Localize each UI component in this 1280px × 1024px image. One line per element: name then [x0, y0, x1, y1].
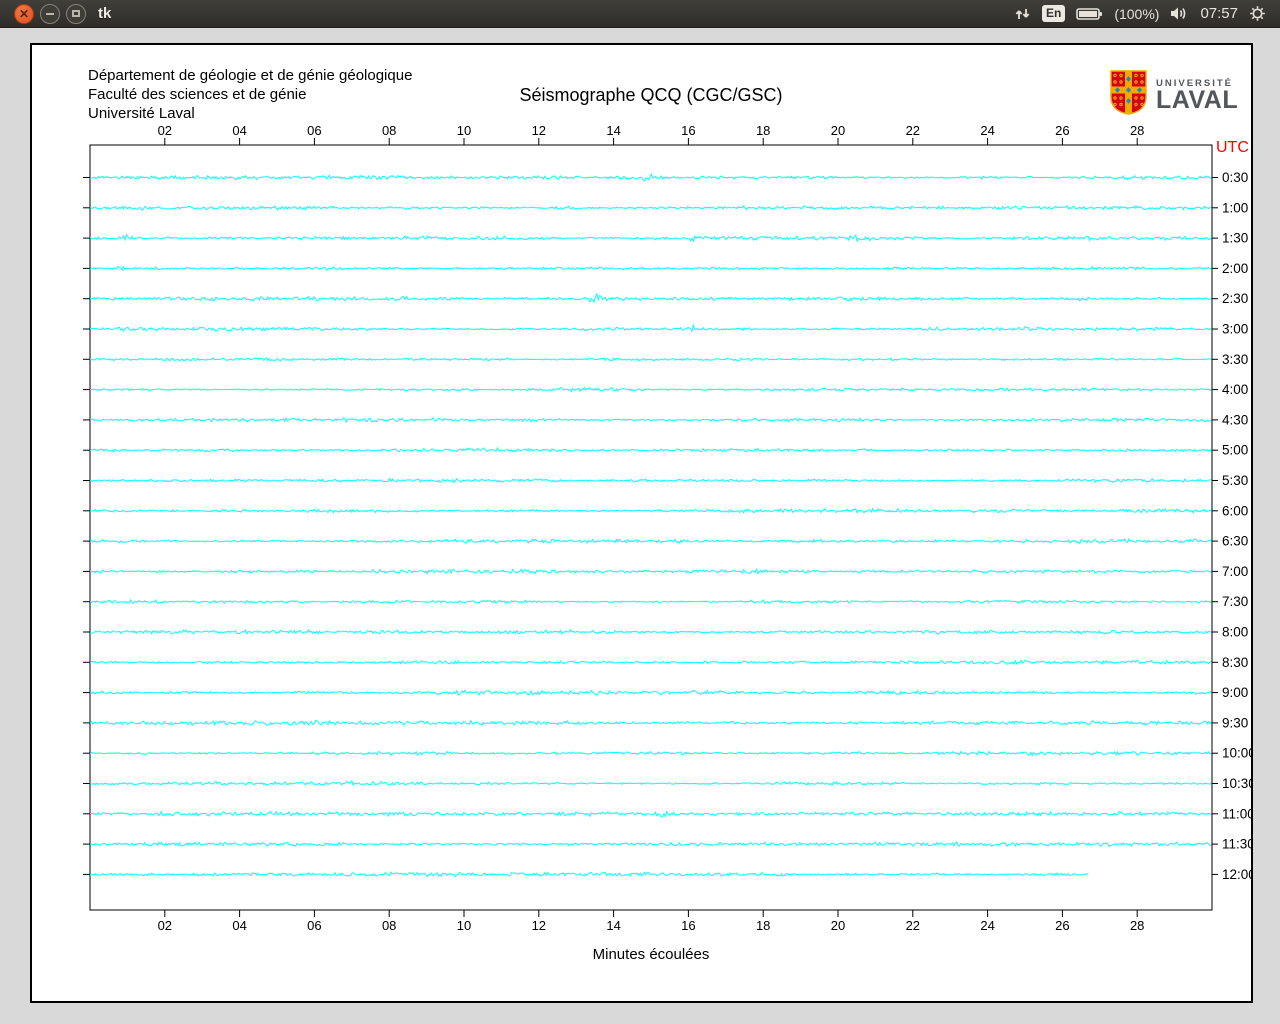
- x-tick-label-top: 02: [158, 123, 172, 138]
- seismogram-trace: [90, 294, 1211, 302]
- seismogram-trace: [90, 781, 1211, 785]
- system-tray: En (100%) 07:57: [1014, 5, 1280, 22]
- seismogram-trace: [90, 388, 1211, 392]
- seismogram-trace: [90, 448, 1211, 452]
- x-tick-label-top: 22: [906, 123, 920, 138]
- x-tick-label-bottom: 28: [1130, 918, 1144, 933]
- utc-tick-label: 10:00: [1222, 746, 1251, 761]
- seismogram-trace: [90, 509, 1211, 513]
- utc-tick-label: 6:00: [1222, 503, 1248, 518]
- x-tick-label-top: 24: [980, 123, 994, 138]
- utc-tick-label: 11:30: [1222, 837, 1251, 852]
- utc-tick-label: 7:30: [1222, 594, 1248, 609]
- window-title: tk: [98, 5, 111, 22]
- seismogram-plot: 02 02 04 04 06 06 08 08 10 10 12 12 14 14 16 16 18 18 20 20…: [32, 45, 1251, 1001]
- utc-tick-label: 10:30: [1222, 776, 1251, 791]
- x-tick-label-bottom: 24: [980, 918, 994, 933]
- gear-icon[interactable]: [1249, 5, 1266, 22]
- utc-tick-label: 2:00: [1222, 261, 1248, 276]
- keyboard-layout-indicator[interactable]: En: [1042, 5, 1065, 22]
- utc-tick-label: 0:30: [1222, 170, 1248, 185]
- x-axis-label: Minutes écoulées: [593, 946, 710, 963]
- utc-tick-label: 1:00: [1222, 200, 1248, 215]
- battery-icon[interactable]: [1076, 7, 1103, 21]
- x-tick-label-bottom: 26: [1055, 918, 1069, 933]
- maximize-button[interactable]: [66, 4, 86, 24]
- clock[interactable]: 07:57: [1200, 5, 1238, 22]
- x-tick-label-top: 12: [532, 123, 546, 138]
- seismogram-trace: [90, 235, 1211, 242]
- utc-tick-label: 4:30: [1222, 412, 1248, 427]
- seismogram-trace: [90, 842, 1211, 846]
- utc-tick-label: 5:30: [1222, 473, 1248, 488]
- x-tick-label-bottom: 20: [831, 918, 845, 933]
- seismogram-trace: [90, 630, 1211, 634]
- x-tick-label-top: 06: [307, 123, 321, 138]
- x-tick-label-top: 14: [606, 123, 620, 138]
- seismogram-trace: [90, 660, 1211, 664]
- x-tick-label-top: 16: [681, 123, 695, 138]
- x-tick-label-top: 08: [382, 123, 396, 138]
- utc-tick-label: 9:30: [1222, 715, 1248, 730]
- x-tick-label-top: 04: [232, 123, 246, 138]
- updown-arrows-icon[interactable]: [1014, 6, 1031, 22]
- seismogram-trace: [90, 266, 1211, 270]
- seismogram-trace: [90, 600, 1211, 604]
- utc-tick-label: 5:00: [1222, 443, 1248, 458]
- utc-tick-label: 4:00: [1222, 382, 1248, 397]
- utc-tick-label: 8:30: [1222, 655, 1248, 670]
- x-tick-label-bottom: 02: [158, 918, 172, 933]
- seismograph-chart: 02 02 04 04 06 06 08 08 10 10 12 12 14 14 16 16 18 18 20 20…: [32, 45, 1251, 1001]
- window-controls: ✕: [0, 4, 86, 24]
- close-button[interactable]: ✕: [14, 4, 34, 24]
- x-tick-label-top: 18: [756, 123, 770, 138]
- x-tick-label-bottom: 06: [307, 918, 321, 933]
- x-tick-label-top: 28: [1130, 123, 1144, 138]
- app-window: Département de géologie et de génie géol…: [30, 43, 1253, 1003]
- seismogram-trace: [90, 206, 1211, 210]
- utc-tick-label: 8:00: [1222, 625, 1248, 640]
- seismogram-trace: [90, 721, 1211, 726]
- x-tick-label-bottom: 08: [382, 918, 396, 933]
- x-tick-label-top: 26: [1055, 123, 1069, 138]
- utc-tick-label: 9:00: [1222, 685, 1248, 700]
- utc-tick-label: 1:30: [1222, 231, 1248, 246]
- plot-box: [90, 145, 1212, 910]
- x-tick-label-bottom: 22: [906, 918, 920, 933]
- x-tick-label-bottom: 16: [681, 918, 695, 933]
- utc-tick-label: 6:30: [1222, 534, 1248, 549]
- seismogram-trace: [90, 479, 1211, 483]
- seismogram-trace: [90, 174, 1211, 181]
- seismogram-trace: [90, 812, 1211, 817]
- utc-tick-label: 3:30: [1222, 352, 1248, 367]
- minimize-button[interactable]: [40, 4, 60, 24]
- utc-tick-label: 11:00: [1222, 806, 1251, 821]
- taskbar: ✕ tk En (100%) 07:57: [0, 0, 1280, 28]
- seismogram-trace: [90, 539, 1211, 543]
- seismogram-trace: [90, 569, 1211, 573]
- x-tick-label-bottom: 14: [606, 918, 620, 933]
- x-tick-label-top: 20: [831, 123, 845, 138]
- battery-percentage[interactable]: (100%): [1114, 6, 1159, 22]
- seismogram-trace: [90, 325, 1211, 331]
- utc-axis-title: UTC: [1216, 139, 1249, 157]
- utc-tick-label: 3:00: [1222, 322, 1248, 337]
- seismogram-trace: [90, 872, 1088, 876]
- x-tick-label-bottom: 04: [232, 918, 246, 933]
- speaker-icon[interactable]: [1170, 6, 1189, 21]
- utc-tick-label: 2:30: [1222, 291, 1248, 306]
- utc-tick-label: 7:00: [1222, 564, 1248, 579]
- seismogram-trace: [90, 358, 1211, 361]
- x-tick-label-bottom: 10: [457, 918, 471, 933]
- x-tick-label-bottom: 18: [756, 918, 770, 933]
- seismogram-trace: [90, 751, 1211, 755]
- seismogram-trace: [90, 418, 1211, 422]
- x-tick-label-bottom: 12: [532, 918, 546, 933]
- utc-tick-label: 12:00: [1222, 867, 1251, 882]
- seismogram-trace: [90, 690, 1211, 695]
- x-tick-label-top: 10: [457, 123, 471, 138]
